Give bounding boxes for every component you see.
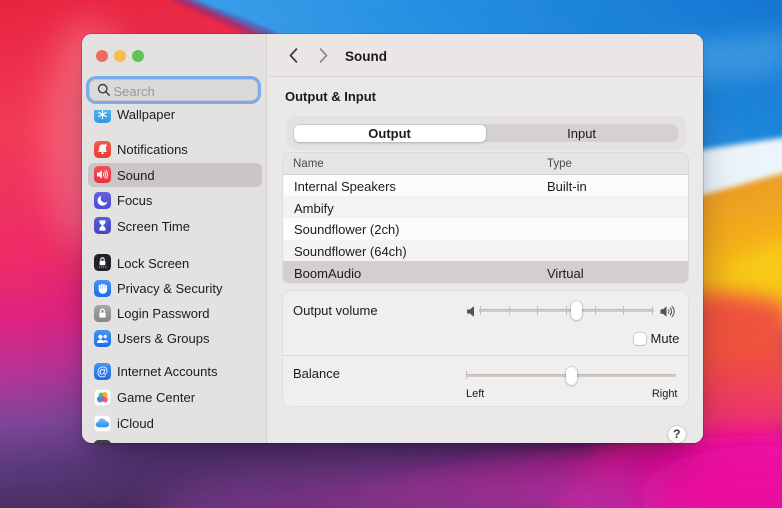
svg-text:@: @ [96, 366, 108, 378]
